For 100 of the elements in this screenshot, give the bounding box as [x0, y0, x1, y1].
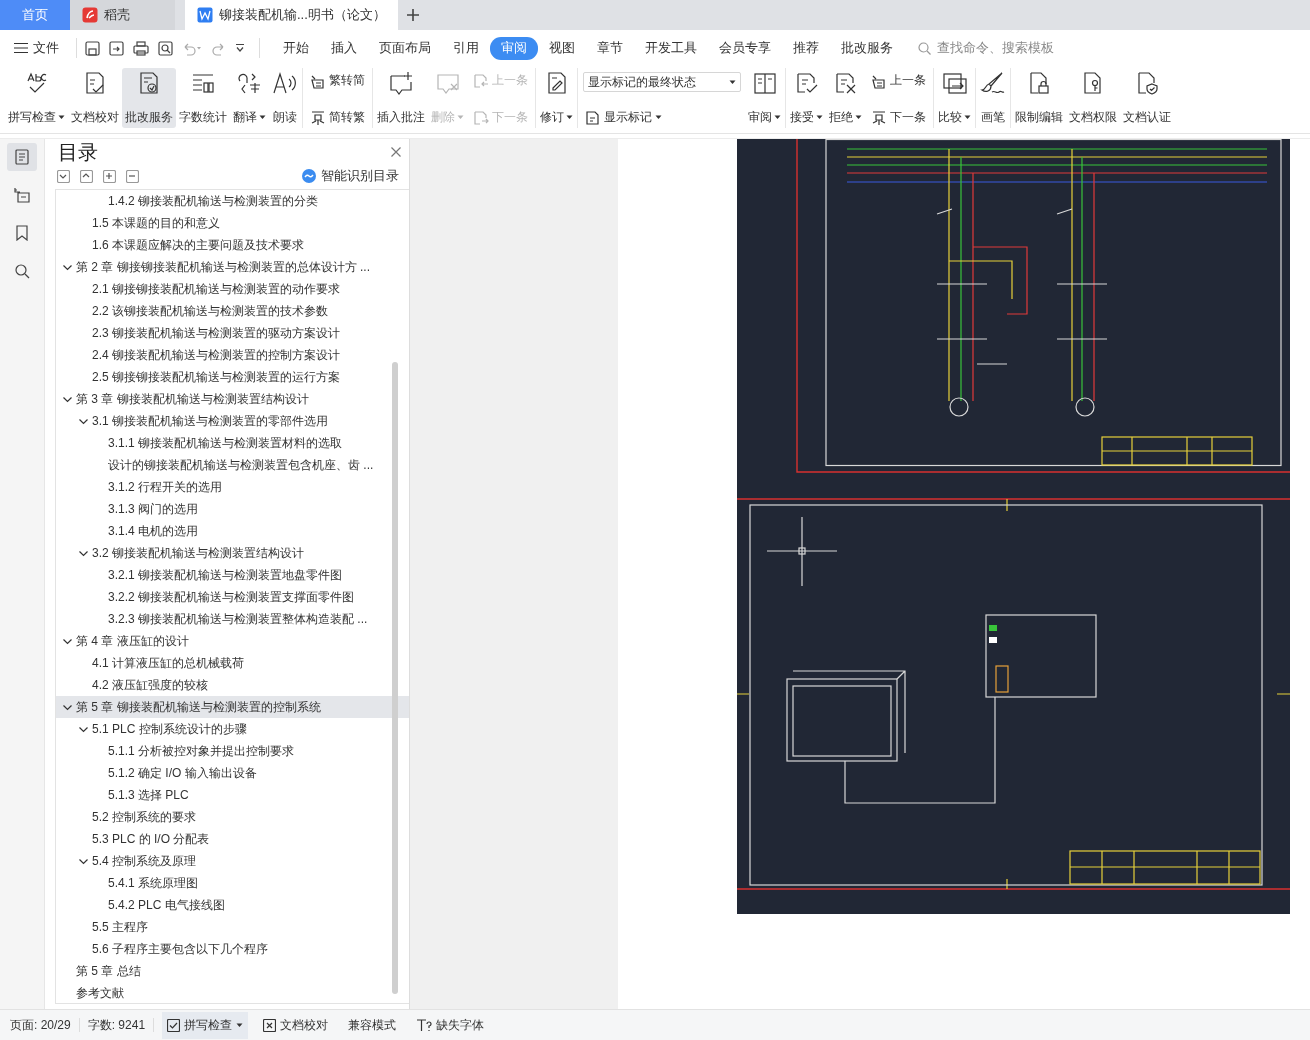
- ribbon-button[interactable]: 插入批注: [374, 68, 428, 128]
- toc-item[interactable]: 4.2 液压缸强度的较核: [56, 674, 409, 696]
- toc-item[interactable]: 5.1.2 确定 I/O 输入输出设备: [56, 762, 409, 784]
- spell-check-button[interactable]: 拼写检查: [162, 1011, 249, 1039]
- toc-item[interactable]: 参考文献: [56, 982, 409, 1003]
- ribbon-button[interactable]: 接受: [787, 68, 826, 128]
- toc-item[interactable]: 3.1.1 铆接装配机输送与检测装置材料的选取: [56, 432, 409, 454]
- compare-icon: [941, 71, 968, 95]
- chevron-down-icon[interactable]: [63, 636, 72, 646]
- ribbon-button[interactable]: 翻译: [230, 68, 269, 128]
- toc-item[interactable]: 3.2.3 铆接装配机输送与检测装置整体构造装配 ...: [56, 608, 409, 630]
- toc-item[interactable]: 2.1 铆接铆接装配机输送与检测装置的动作要求: [56, 278, 409, 300]
- ribbon-button[interactable]: 比较: [935, 68, 974, 128]
- toc-item[interactable]: 5.1.3 选择 PLC: [56, 784, 409, 806]
- toc-item[interactable]: 第 5 章 铆接装配机输送与检测装置的控制系统: [56, 696, 409, 718]
- checkbox-tick-icon: [167, 1018, 181, 1032]
- markup-dropdown[interactable]: 显示标记的最终状态: [583, 72, 741, 92]
- toc-item[interactable]: 5.2 控制系统的要求: [56, 806, 409, 828]
- ribbon-button[interactable]: 下一条: [869, 109, 928, 126]
- toc-item[interactable]: 5.3 PLC 的 I/O 分配表: [56, 828, 409, 850]
- plus-icon[interactable]: [103, 169, 116, 183]
- ribbon-tab[interactable]: 会员专享: [708, 36, 782, 60]
- ribbon-button[interactable]: 文档校对: [68, 68, 122, 128]
- compat-mode-button[interactable]: 兼容模式: [343, 1011, 402, 1039]
- ribbon-button[interactable]: 拼写检查: [5, 68, 68, 128]
- previous-icon: [473, 72, 489, 89]
- outline-panel-button[interactable]: [7, 143, 37, 171]
- toc-item[interactable]: 3.1.2 行程开关的选用: [56, 476, 409, 498]
- close-icon[interactable]: [391, 147, 401, 157]
- print-preview-icon[interactable]: [158, 40, 173, 56]
- toc-item[interactable]: 3.1.4 电机的选用: [56, 520, 409, 542]
- ribbon-button[interactable]: 文档认证: [1120, 68, 1174, 128]
- ribbon-button[interactable]: 限制编辑: [1012, 68, 1066, 128]
- ribbon-tab[interactable]: 开始: [272, 36, 320, 60]
- search-field[interactable]: 查找命令、搜索模板: [918, 40, 1089, 56]
- ribbon-tab[interactable]: 章节: [586, 36, 634, 60]
- toc-item[interactable]: 5.1.1 分析被控对象并提出控制要求: [56, 740, 409, 762]
- convert-icon: [871, 109, 887, 126]
- ribbon-button[interactable]: 画笔: [977, 68, 1009, 128]
- more-icon[interactable]: [235, 43, 245, 53]
- ribbon-button[interactable]: 简转繁: [308, 109, 367, 126]
- toc-item[interactable]: 2.3 铆接装配机输送与检测装置的驱动方案设计: [56, 322, 409, 344]
- toc-item[interactable]: 4.1 计算液压缸的总机械载荷: [56, 652, 409, 674]
- toc-item[interactable]: 5.4.2 PLC 电气接线图: [56, 894, 409, 916]
- toc-item[interactable]: 第 5 章 总结: [56, 960, 409, 982]
- collapse-level-icon[interactable]: [57, 169, 70, 183]
- missing-fonts-button[interactable]: 缺失字体: [411, 1011, 490, 1039]
- ribbon-tab[interactable]: 页面布局: [368, 36, 442, 60]
- save-icon[interactable]: [85, 40, 100, 56]
- menu-icon: [14, 42, 28, 54]
- ribbon-button[interactable]: 显示标记: [583, 109, 741, 126]
- toc-item[interactable]: 3.2.2 铆接装配机输送与检测装置支撑面零件图: [56, 586, 409, 608]
- ribbon-button[interactable]: 朗读: [269, 68, 301, 128]
- ribbon-button[interactable]: 修订: [537, 68, 576, 128]
- expand-level-icon[interactable]: [80, 169, 93, 183]
- toc-item[interactable]: 5.5 主程序: [56, 916, 409, 938]
- chevron-down-icon[interactable]: [79, 416, 88, 426]
- ribbon-button[interactable]: 审阅: [745, 68, 784, 128]
- toc-item[interactable]: 第 2 章 铆接铆接装配机输送与检测装置的总体设计方 ...: [56, 256, 409, 278]
- toc-item[interactable]: 2.4 铆接装配机输送与检测装置的控制方案设计: [56, 344, 409, 366]
- toc-item[interactable]: 2.5 铆接铆接装配机输送与检测装置的运行方案: [56, 366, 409, 388]
- file-menu[interactable]: 文件: [14, 36, 70, 60]
- convert-icon: [310, 109, 326, 126]
- ribbon-button[interactable]: 字数统计: [176, 68, 230, 128]
- ribbon-button[interactable]: 文档权限: [1066, 68, 1120, 128]
- ribbon-tab[interactable]: 批改服务: [830, 36, 904, 60]
- print-icon[interactable]: [133, 40, 149, 56]
- browser-tab[interactable]: 稻壳: [70, 0, 175, 30]
- plus-icon[interactable]: [405, 8, 420, 22]
- scrollbar[interactable]: [392, 362, 398, 994]
- toc-item[interactable]: 1.6 本课题应解决的主要问题及技术要求: [56, 234, 409, 256]
- ribbon-button[interactable]: 拒绝: [826, 68, 865, 128]
- browser-tab[interactable]: 铆接装配机输...明书（论文）: [185, 0, 398, 30]
- ribbon-tab[interactable]: 视图: [538, 36, 586, 60]
- toc-item[interactable]: 1.4.2 铆接装配机输送与检测装置的分类: [56, 190, 409, 212]
- ribbon-button[interactable]: 批改服务: [122, 68, 176, 128]
- toc-item[interactable]: 2.2 该铆接装配机输送与检测装置的技术参数: [56, 300, 409, 322]
- toc-item[interactable]: 3.1.3 阀门的选用: [56, 498, 409, 520]
- chevron-down-icon[interactable]: [63, 702, 72, 712]
- chevron-down-icon[interactable]: [63, 394, 72, 404]
- caret-icon: [655, 115, 662, 120]
- ribbon-button[interactable]: 上一条: [869, 72, 928, 89]
- toc-item[interactable]: 1.5 本课题的目的和意义: [56, 212, 409, 234]
- minus-icon[interactable]: [126, 169, 139, 183]
- chevron-down-icon[interactable]: [79, 724, 88, 734]
- ribbon-tab[interactable]: 开发工具: [634, 36, 708, 60]
- chevron-down-icon[interactable]: [79, 548, 88, 558]
- ribbon-tab[interactable]: 插入: [320, 36, 368, 60]
- toc-item[interactable]: 设计的铆接装配机输送与检测装置包含机座、齿 ...: [56, 454, 409, 476]
- smart-toc-button[interactable]: 智能识别目录: [296, 166, 405, 186]
- toc-item[interactable]: 5.6 子程序主要包含以下几个程序: [56, 938, 409, 960]
- proofread-button[interactable]: 文档校对: [258, 1011, 334, 1039]
- ribbon-tab[interactable]: 推荐: [782, 36, 830, 60]
- ribbon-button[interactable]: 繁转简: [308, 72, 367, 89]
- export-icon[interactable]: [109, 40, 124, 56]
- chevron-down-icon[interactable]: [79, 856, 88, 866]
- toc-item[interactable]: 5.4.1 系统原理图: [56, 872, 409, 894]
- ribbon-tab[interactable]: 引用: [442, 36, 490, 60]
- toc-item[interactable]: 3.2.1 铆接装配机输送与检测装置地盘零件图: [56, 564, 409, 586]
- chevron-down-icon[interactable]: [63, 262, 72, 272]
